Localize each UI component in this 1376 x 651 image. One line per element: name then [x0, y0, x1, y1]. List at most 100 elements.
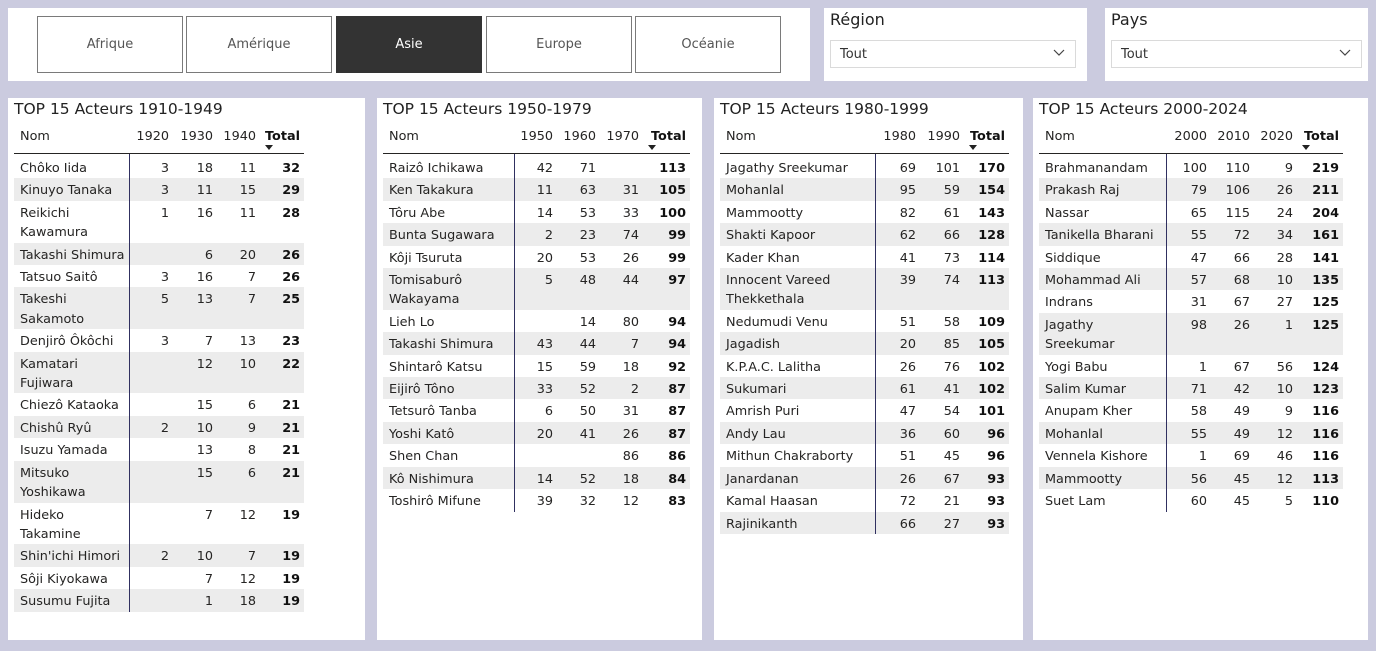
table-row[interactable]: Mammootty 82 61 143 [720, 200, 1009, 224]
column-header-decade[interactable]: 1940 [217, 125, 260, 154]
table-row[interactable]: Andy Lau 36 60 96 [720, 421, 1009, 445]
table-row[interactable]: Takashi Shimura 6 20 26 [14, 242, 304, 266]
table-row[interactable]: Chiezô Kataoka 15 6 21 [14, 393, 304, 416]
table-row[interactable]: Shakti Kapoor 62 66 128 [720, 223, 1009, 246]
column-header-decade[interactable]: 2010 [1211, 125, 1254, 154]
table-row[interactable]: Takashi Shimura 43 44 7 94 [383, 332, 690, 355]
column-header-total[interactable]: Total [964, 125, 1009, 154]
table-row[interactable]: Kamal Haasan 72 21 93 [720, 489, 1009, 512]
column-header-decade[interactable]: 1960 [557, 125, 600, 154]
table-row[interactable]: Tanikella Bharani 55 72 34 161 [1039, 223, 1343, 246]
table-row[interactable]: Jagadish 20 85 105 [720, 332, 1009, 355]
table-row[interactable]: Innocent Vareed Thekkethala 39 74 113 [720, 268, 1009, 310]
table-row[interactable]: Isuzu Yamada 13 8 21 [14, 438, 304, 461]
total-cell: 87 [643, 377, 690, 400]
table-row[interactable]: Hideko Takamine 7 12 19 [14, 502, 304, 545]
decade-count-cell [129, 503, 173, 545]
column-header-decade[interactable]: 1980 [875, 125, 920, 154]
region-dropdown[interactable]: Tout [830, 40, 1076, 68]
table-row[interactable]: Mohanlal 95 59 154 [720, 178, 1009, 201]
column-header-nom[interactable]: Nom [14, 125, 129, 154]
table-row[interactable]: Rajinikanth 66 27 93 [720, 511, 1009, 534]
table-row[interactable]: Susumu Fujita 1 18 19 [14, 589, 304, 612]
table-row[interactable]: Chishû Ryû 2 10 9 21 [14, 415, 304, 439]
column-header-decade[interactable]: 1950 [514, 125, 557, 154]
table-row[interactable]: Bunta Sugawara 2 23 74 99 [383, 223, 690, 246]
table-row[interactable]: Salim Kumar 71 42 10 123 [1039, 377, 1343, 400]
table-row[interactable]: Shin'ichi Himori 2 10 7 19 [14, 544, 304, 567]
table-row[interactable]: Yogi Babu 1 67 56 124 [1039, 354, 1343, 378]
table-row[interactable]: Suet Lam 60 45 5 110 [1039, 489, 1343, 512]
column-header-decade[interactable]: 1920 [129, 125, 173, 154]
table-row[interactable]: Eijirô Tôno 33 52 2 87 [383, 377, 690, 400]
decade-count-cell: 34 [1254, 223, 1297, 246]
actor-name-cell: Takashi Shimura [14, 242, 130, 266]
column-header-nom[interactable]: Nom [1039, 125, 1166, 154]
table-row[interactable]: Sukumari 61 41 102 [720, 377, 1009, 400]
region-button-amerique[interactable]: Amérique [186, 16, 332, 73]
decade-count-cell: 44 [557, 332, 600, 355]
table-row[interactable]: Jagathy Sreekumar 98 26 1 125 [1039, 312, 1343, 355]
table-row[interactable]: Kader Khan 41 73 114 [720, 245, 1009, 269]
table-row[interactable]: Anupam Kher 58 49 9 116 [1039, 399, 1343, 422]
table-row[interactable]: Raizô Ichikawa 42 71 113 [383, 153, 690, 179]
decade-count-cell: 72 [899, 494, 916, 510]
table-row[interactable]: Tetsurô Tanba 6 50 31 87 [383, 399, 690, 422]
table-row[interactable]: Mohammad Ali 57 68 10 135 [1039, 268, 1343, 291]
table-row[interactable]: Lieh Lo 14 80 94 [383, 309, 690, 333]
table-row[interactable]: Toshirô Mifune 39 32 12 83 [383, 489, 690, 512]
column-header-decade[interactable]: 1970 [600, 125, 643, 154]
pays-dropdown[interactable]: Tout [1111, 40, 1362, 68]
table-row[interactable]: Shintarô Katsu 15 59 18 92 [383, 354, 690, 378]
table-row[interactable]: Mohanlal 55 49 12 116 [1039, 421, 1343, 445]
table-row[interactable]: Kô Nishimura 14 52 18 84 [383, 466, 690, 490]
table-row[interactable]: Reikichi Kawamura 1 16 11 28 [14, 200, 304, 243]
table-row[interactable]: K.P.A.C. Lalitha 26 76 102 [720, 354, 1009, 378]
actor-name-cell: Mammootty [1039, 466, 1167, 490]
column-header-total[interactable]: Total [643, 125, 690, 154]
table-row[interactable]: Yoshi Katô 20 41 26 87 [383, 421, 690, 445]
total-cell: 143 [978, 205, 1005, 221]
table-row[interactable]: Mithun Chakraborty 51 45 96 [720, 444, 1009, 467]
table-row[interactable]: Jagathy Sreekumar 69 101 170 [720, 153, 1009, 179]
region-button-asie[interactable]: Asie [336, 16, 482, 73]
table-row[interactable]: Indrans 31 67 27 125 [1039, 290, 1343, 313]
table-row[interactable]: Nedumudi Venu 51 58 109 [720, 309, 1009, 333]
table-row[interactable]: Nassar 65 115 24 204 [1039, 200, 1343, 224]
actor-name-cell: Sukumari [720, 377, 876, 400]
table-row[interactable]: Tatsuo Saitô 3 16 7 26 [14, 265, 304, 288]
table-row[interactable]: Kôji Tsuruta 20 53 26 99 [383, 245, 690, 269]
column-header-decade[interactable]: 2020 [1254, 125, 1297, 154]
column-header-decade[interactable]: 2000 [1166, 125, 1211, 154]
table-row[interactable]: Prakash Raj 79 106 26 211 [1039, 178, 1343, 201]
column-header-total[interactable]: Total [1297, 125, 1343, 154]
column-header-decade[interactable]: 1990 [920, 125, 964, 154]
table-row[interactable]: Denjirô Ôkôchi 3 7 13 23 [14, 329, 304, 352]
column-header-decade[interactable]: 1930 [173, 125, 217, 154]
column-header-nom[interactable]: Nom [720, 125, 875, 154]
table-row[interactable]: Kamatari Fujiwara 12 10 22 [14, 351, 304, 394]
table-row[interactable]: Ken Takakura 11 63 31 105 [383, 178, 690, 201]
decade-count-cell: 47 [899, 404, 916, 420]
table-row[interactable]: Siddique 47 66 28 141 [1039, 245, 1343, 269]
table-row[interactable]: Tôru Abe 14 53 33 100 [383, 200, 690, 224]
table-row[interactable]: Amrish Puri 47 54 101 [720, 399, 1009, 422]
column-header-total[interactable]: Total [260, 125, 304, 154]
decade-count-cell: 1 [160, 205, 169, 221]
region-button-afrique[interactable]: Afrique [37, 16, 183, 73]
table-row[interactable]: Vennela Kishore 1 69 46 116 [1039, 444, 1343, 467]
table-row[interactable]: Takeshi Sakamoto 5 13 7 25 [14, 287, 304, 330]
decade-count-cell [129, 460, 173, 503]
table-row[interactable]: Tomisaburô Wakayama 5 48 44 97 [383, 268, 690, 310]
table-row[interactable]: Kinuyo Tanaka 3 11 15 29 [14, 178, 304, 201]
table-row[interactable]: Shen Chan 86 86 [383, 444, 690, 467]
table-row[interactable]: Chôko Iida 3 18 11 32 [14, 153, 304, 179]
table-row[interactable]: Sôji Kiyokawa 7 12 19 [14, 566, 304, 590]
table-row[interactable]: Mitsuko Yoshikawa 15 6 21 [14, 460, 304, 503]
region-button-europe[interactable]: Europe [486, 16, 632, 73]
table-row[interactable]: Janardanan 26 67 93 [720, 466, 1009, 490]
table-row[interactable]: Brahmanandam 100 110 9 219 [1039, 153, 1343, 179]
table-row[interactable]: Mammootty 56 45 12 113 [1039, 466, 1343, 490]
column-header-nom[interactable]: Nom [383, 125, 514, 154]
region-button-oceanie[interactable]: Océanie [635, 16, 781, 73]
